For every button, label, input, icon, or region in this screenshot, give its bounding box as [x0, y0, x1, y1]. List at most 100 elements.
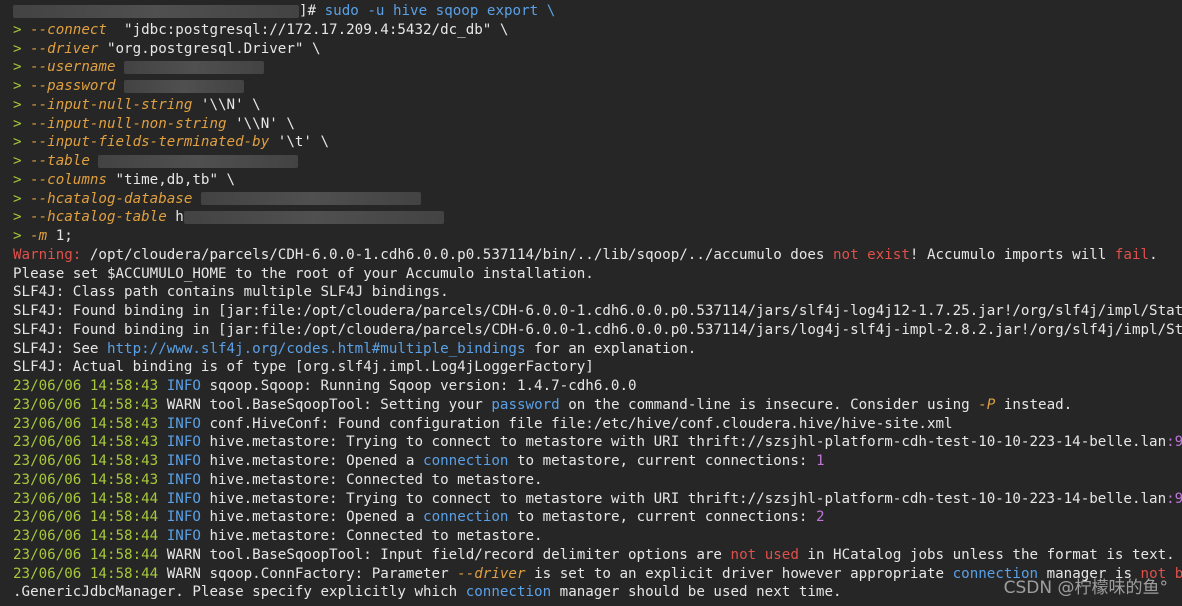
argument-line: > --columns "time,db,tb" \: [13, 171, 1182, 190]
warning-fail: fail: [1114, 246, 1150, 263]
warning-line: Warning: /opt/cloudera/parcels/CDH-6.0.0…: [13, 246, 1182, 265]
warning-path: /opt/cloudera/parcels/CDH-6.0.0-1.cdh6.0…: [81, 246, 834, 263]
log-text: tool.BaseSqoopTool: Setting your: [200, 396, 492, 413]
slf4j-binding-line-1: SLF4J: Found binding in [jar:file:/opt/c…: [13, 303, 1182, 319]
argument-line: > --password: [13, 77, 1182, 96]
log-level: INFO: [166, 453, 201, 469]
log-text: is set to an explicit driver however app…: [525, 565, 953, 582]
log-level: INFO: [166, 528, 201, 544]
argument-line: > -m 1;: [13, 227, 1182, 246]
redacted-value: [183, 210, 444, 224]
argument-flag: --input-null-non-string: [30, 115, 227, 132]
argument-value: 1;: [47, 228, 73, 244]
argument-flag: --connect: [30, 21, 107, 38]
log-text: connection: [423, 509, 509, 526]
log-text: not used: [730, 546, 799, 563]
continuation-prompt: >: [13, 190, 31, 207]
argument-line: > --driver "org.postgresql.Driver" \: [13, 40, 1182, 59]
log-text: connection: [423, 453, 509, 469]
log-line: 23/06/06 14:58:43 INFO hive.metastore: T…: [13, 433, 1182, 452]
argument-value: '\\N' \: [192, 96, 261, 113]
argument-line: > --input-null-string '\\N' \: [13, 96, 1182, 115]
last-connection-word: connection: [465, 584, 552, 601]
continuation-prompt: >: [13, 40, 31, 57]
terminal-output[interactable]: ]# sudo -u hive sqoop export \ > --conne…: [13, 2, 1182, 602]
log-text: hive.metastore: Opened a: [200, 453, 424, 469]
redacted-hostname: [13, 4, 299, 18]
log-timestamp: 23/06/06 14:58:44: [13, 509, 159, 526]
prompt-line: ]# sudo -u hive sqoop export \: [13, 2, 1182, 21]
continuation-prompt: >: [13, 153, 31, 169]
redacted-value: [124, 79, 245, 93]
log-level: INFO: [166, 471, 201, 488]
continuation-prompt: >: [13, 59, 31, 76]
log-text: to metastore, current connections:: [508, 509, 816, 526]
argument-value: "org.postgresql.Driver" \: [98, 40, 321, 57]
log-text: hive.metastore: Trying to connect to met…: [200, 490, 1167, 507]
argument-value: "time,db,tb" \: [106, 171, 236, 188]
continuation-prompt: >: [13, 96, 31, 113]
prompt-suffix: ]#: [299, 3, 325, 19]
accumulo-line: Please set $ACCUMULO_HOME to the root of…: [13, 265, 594, 282]
log-line: 23/06/06 14:58:44 INFO hive.metastore: O…: [13, 508, 1182, 527]
argument-flag: --password: [30, 78, 116, 94]
slf4j-binding-line-2: SLF4J: Found binding in [jar:file:/opt/c…: [13, 321, 1182, 338]
log-text: hive.metastore: Connected to metastore.: [200, 471, 543, 488]
slf4j-see-post: for an explanation.: [525, 340, 697, 357]
argument-line: > --hcatalog-table h: [13, 208, 1182, 227]
log-line: 23/06/06 14:58:44 INFO hive.metastore: C…: [13, 527, 1182, 546]
redacted-value: [98, 154, 299, 168]
log-text: --driver: [457, 565, 526, 582]
argument-line: > --username: [13, 58, 1182, 77]
command-arguments: > --connect "jdbc:postgresql://172.17.20…: [13, 21, 1182, 246]
log-line: 23/06/06 14:58:43 WARN tool.BaseSqoopToo…: [13, 396, 1182, 415]
log-text: conf.HiveConf: Found configuration file …: [200, 415, 953, 432]
log-text: 2: [815, 509, 825, 526]
warning-end: .: [1149, 246, 1158, 263]
log-text: on the command-line is insecure. Conside…: [559, 396, 979, 413]
slf4j-url-link[interactable]: http://www.slf4j.org/codes.html#multiple…: [107, 341, 526, 357]
log-text: sqoop.Sqoop: Running Sqoop version: 1.4.…: [200, 378, 637, 394]
log-line: 23/06/06 14:58:43 INFO hive.metastore: O…: [13, 452, 1182, 471]
last-post: manager should be used next time.: [551, 584, 842, 601]
log-timestamp: 23/06/06 14:58:44: [13, 546, 159, 563]
log-line: 23/06/06 14:58:44 INFO hive.metastore: T…: [13, 490, 1182, 509]
log-line: 23/06/06 14:58:44 WARN tool.BaseSqoopToo…: [13, 546, 1182, 565]
last-pre: .GenericJdbcManager. Please specify expl…: [13, 584, 466, 601]
continuation-prompt: >: [13, 21, 31, 38]
log-text: instead.: [995, 396, 1073, 413]
log-text: hive.metastore: Trying to connect to met…: [200, 434, 1167, 451]
log-level: INFO: [166, 490, 201, 507]
log-level: INFO: [166, 509, 201, 526]
continuation-prompt: >: [13, 115, 31, 132]
log-timestamp: 23/06/06 14:58:43: [13, 378, 159, 394]
log-text: in HCatalog jobs unless the format is te…: [798, 546, 1182, 563]
log-text: :9083: [1166, 434, 1182, 451]
argument-line: > --input-fields-terminated-by '\t' \: [13, 133, 1182, 152]
log-text: -P: [978, 396, 996, 413]
slf4j-see-line: SLF4J: See http://www.slf4j.org/codes.ht…: [13, 340, 1182, 359]
argument-line: > --hcatalog-database: [13, 190, 1182, 209]
log-text: hive.metastore: Opened a: [200, 509, 424, 526]
argument-line: > --connect "jdbc:postgresql://172.17.20…: [13, 21, 1182, 40]
argument-flag: --hcatalog-database: [30, 190, 193, 207]
log-text: :9083: [1166, 490, 1182, 507]
log-text: password: [491, 396, 560, 413]
log-text: tool.BaseSqoopTool: Input field/record d…: [200, 546, 731, 563]
log-timestamp: 23/06/06 14:58:43: [13, 471, 159, 488]
redacted-value: [124, 60, 265, 74]
log-text: hive.metastore: Connected to metastore.: [200, 528, 543, 544]
log-entries: 23/06/06 14:58:43 INFO sqoop.Sqoop: Runn…: [13, 377, 1182, 583]
argument-flag: --input-null-string: [30, 96, 193, 113]
log-level: INFO: [166, 415, 201, 432]
log-level: INFO: [166, 378, 201, 394]
log-timestamp: 23/06/06 14:58:44: [13, 565, 159, 582]
log-timestamp: 23/06/06 14:58:44: [13, 528, 159, 544]
log-text: to metastore, current connections:: [508, 453, 816, 469]
argument-line: > --table: [13, 152, 1182, 171]
log-timestamp: 23/06/06 14:58:43: [13, 415, 159, 432]
log-timestamp: 23/06/06 14:58:44: [13, 490, 159, 507]
argument-flag: --columns: [30, 171, 107, 188]
warning-label: Warning:: [13, 246, 82, 263]
warning-not-exist: not exist: [833, 246, 910, 263]
